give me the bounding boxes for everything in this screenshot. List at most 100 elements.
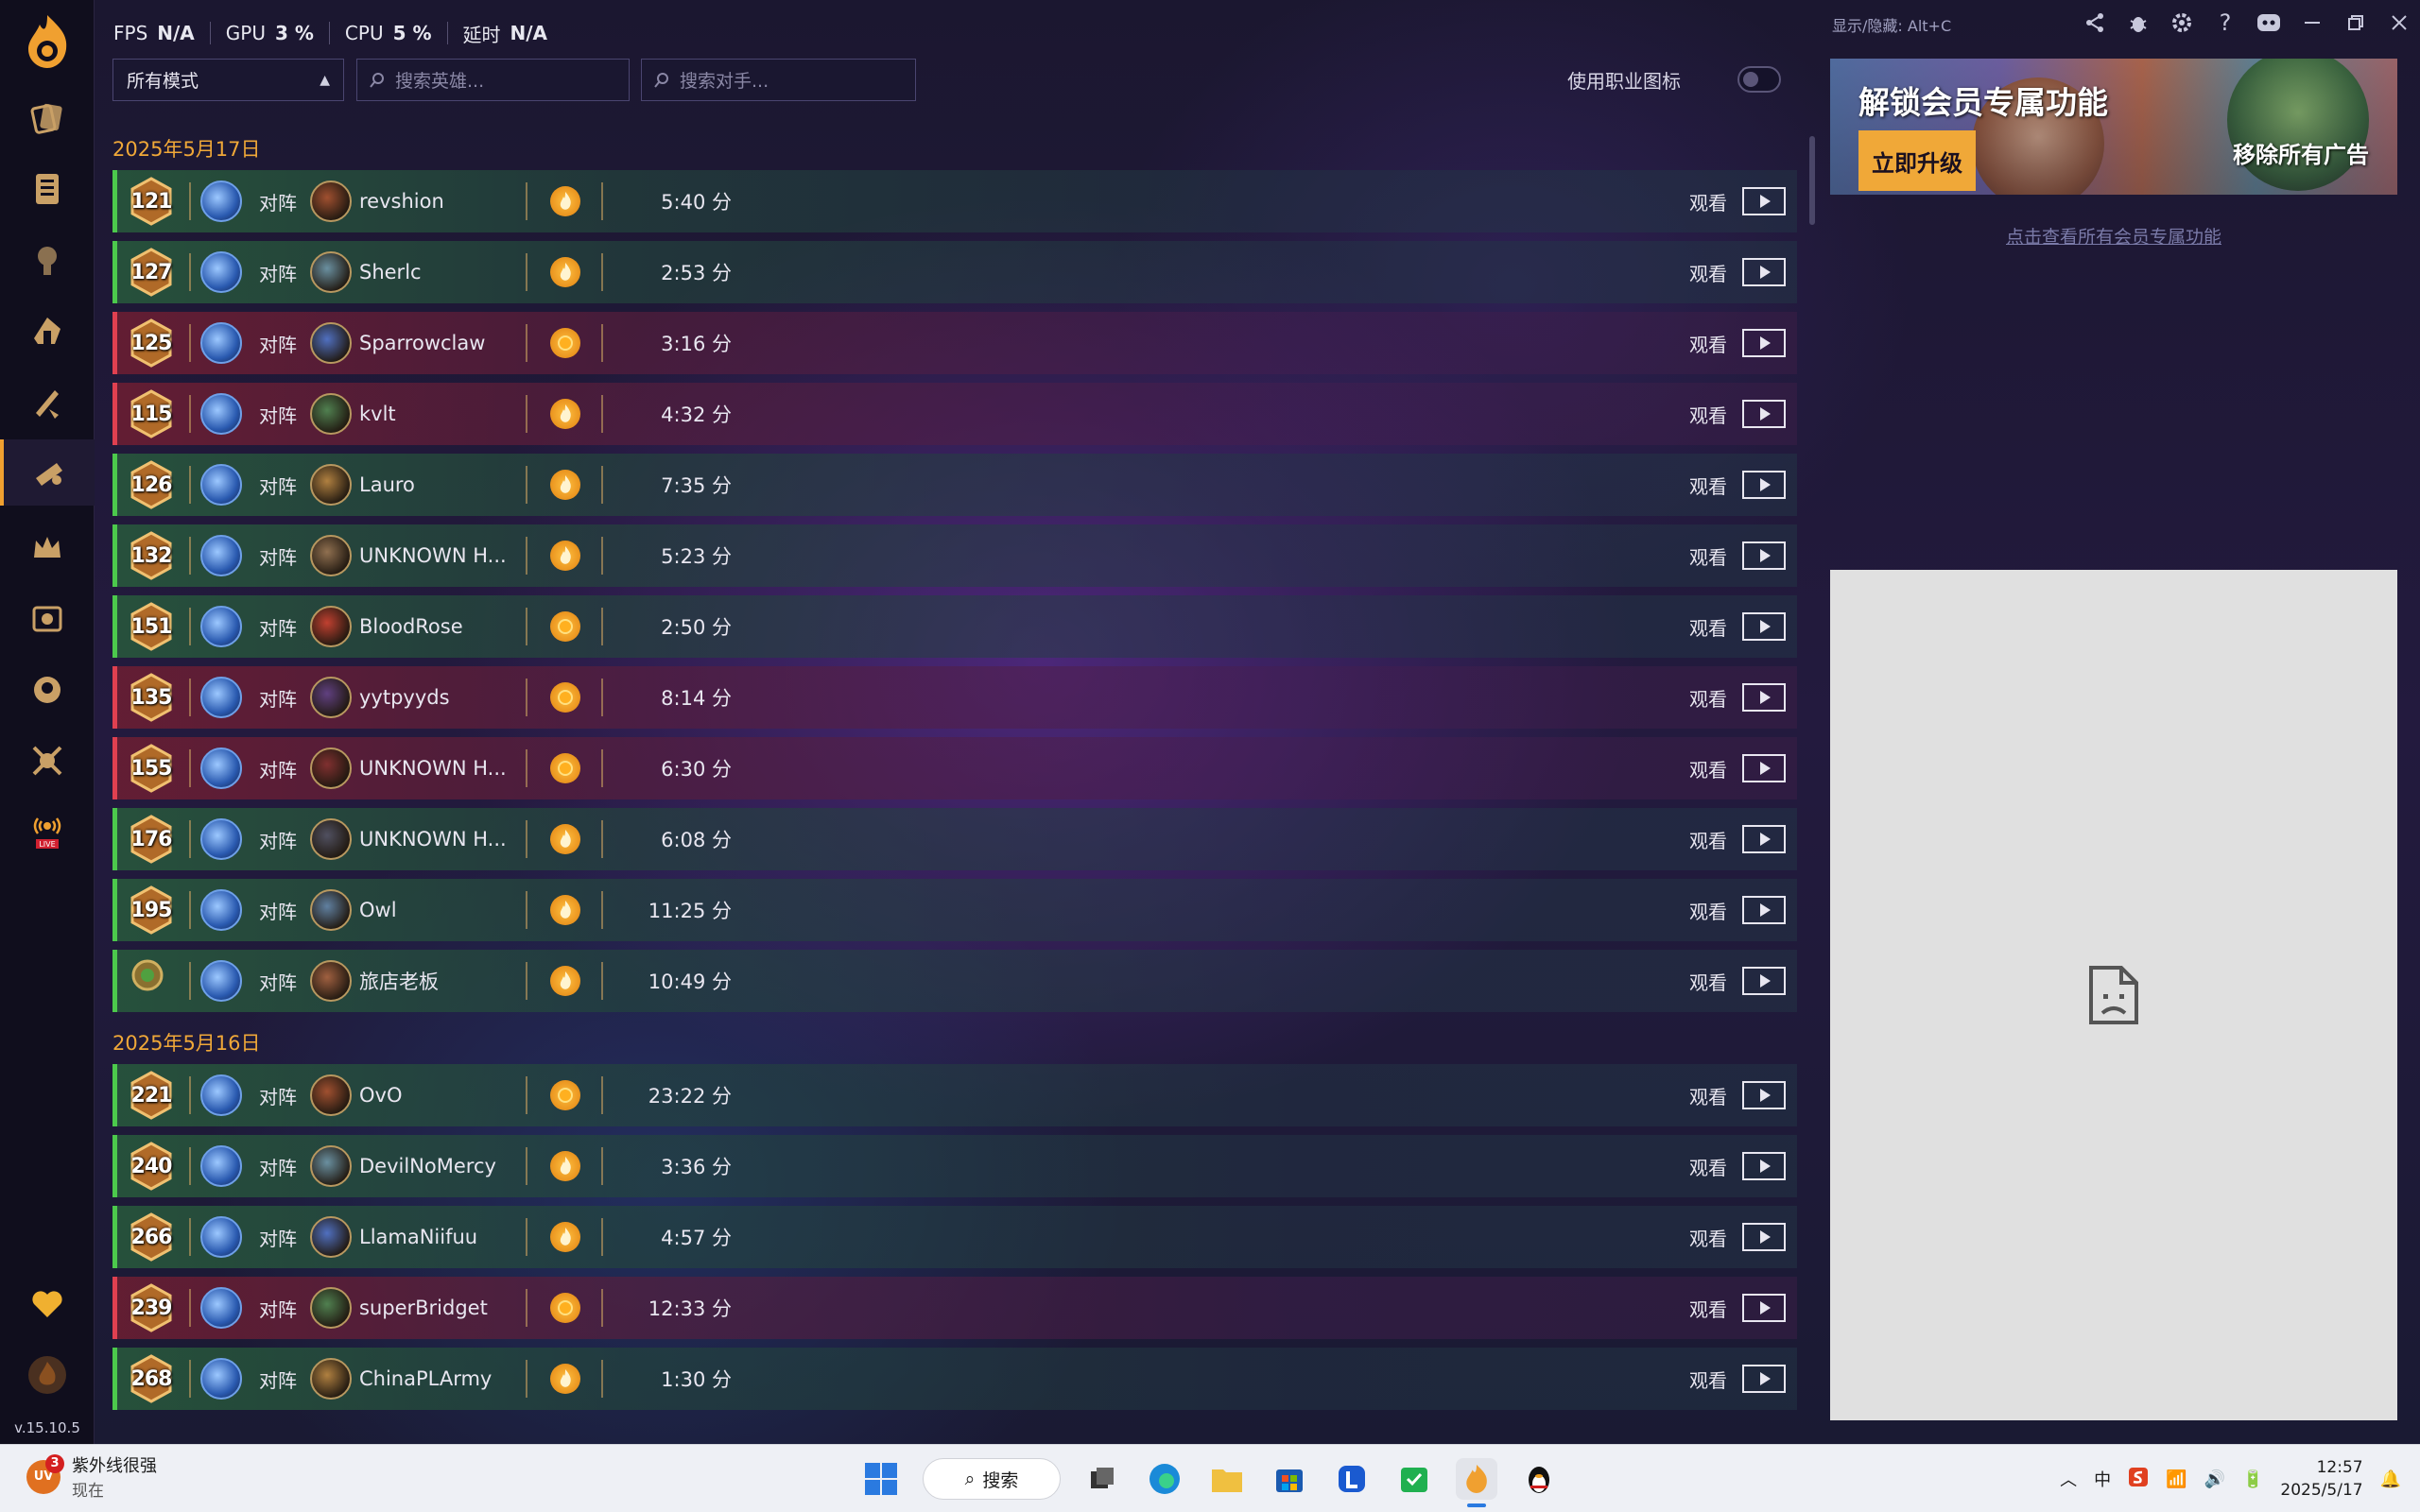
crown-icon[interactable] [0,515,95,581]
file-explorer-icon[interactable] [1206,1458,1248,1500]
start-windows-icon[interactable] [860,1458,902,1500]
restore-icon[interactable] [2341,8,2371,38]
battery-icon[interactable]: 🔋 [2242,1469,2263,1489]
vip-banner[interactable]: 解锁会员专属功能 立即升级 移除所有广告 [1830,59,2397,195]
match-row[interactable]: 135 对阵 yytpyyds 8:14 分 观看 [112,666,1797,729]
play-replay-icon[interactable] [1742,471,1786,499]
match-row[interactable]: 对阵 旅店老板 10:49 分 观看 [112,950,1797,1012]
watch-label[interactable]: 观看 [1689,684,1727,712]
watch-label[interactable]: 观看 [1689,542,1727,570]
battlegrounds-icon[interactable] [0,439,95,506]
taskbar-search-button[interactable]: ⌕ 搜索 [923,1458,1061,1500]
share-icon[interactable] [2080,8,2110,38]
green-app-icon[interactable] [1393,1458,1435,1500]
play-replay-icon[interactable] [1742,1152,1786,1180]
match-row[interactable]: 240 对阵 DevilNoMercy 3:36 分 观看 [112,1135,1797,1197]
play-replay-icon[interactable] [1742,541,1786,570]
hero-portrait-icon[interactable] [0,657,95,723]
match-row[interactable]: 125 对阵 Sparrowclaw 3:16 分 观看 [112,312,1797,374]
mercenaries-icon[interactable] [0,369,95,435]
play-replay-icon[interactable] [1742,1294,1786,1322]
watch-label[interactable]: 观看 [1689,1224,1727,1251]
deck-tracker-icon[interactable] [0,156,95,222]
play-replay-icon[interactable] [1742,825,1786,853]
arena-icon[interactable] [0,227,95,293]
play-replay-icon[interactable] [1742,1223,1786,1251]
minimize-icon[interactable] [2297,8,2327,38]
watch-label[interactable]: 观看 [1689,1295,1727,1322]
cards-icon[interactable] [0,85,95,151]
match-row[interactable]: 127 对阵 Sherlc 2:53 分 观看 [112,241,1797,303]
watch-label[interactable]: 观看 [1689,826,1727,853]
wifi-icon[interactable]: 📶 [2166,1469,2187,1489]
notification-bell-icon[interactable]: 🔔 [2380,1469,2401,1489]
watch-label[interactable]: 观看 [1689,968,1727,995]
match-row[interactable]: 221 对阵 OvO 23:22 分 观看 [112,1064,1797,1126]
task-view-icon[interactable] [1081,1458,1123,1500]
upgrade-button[interactable]: 立即升级 [1858,130,1976,191]
sogou-ime-icon[interactable] [2128,1467,2149,1492]
match-row[interactable]: 239 对阵 superBridget 12:33 分 观看 [112,1277,1797,1339]
bug-report-icon[interactable] [2123,8,2153,38]
vip-features-link[interactable]: 点击查看所有会员专属功能 [1830,223,2397,249]
chevron-up-icon[interactable]: ︿ [2060,1467,2077,1491]
match-row[interactable]: 155 对阵 UNKNOWN H... 6:30 分 观看 [112,737,1797,799]
play-replay-icon[interactable] [1742,400,1786,428]
play-replay-icon[interactable] [1742,612,1786,641]
match-row[interactable]: 126 对阵 Lauro 7:35 分 观看 [112,454,1797,516]
volume-icon[interactable]: 🔊 [2204,1469,2225,1489]
watch-label[interactable]: 观看 [1689,472,1727,499]
mode-dropdown[interactable]: 所有模式 ▲ [112,59,344,101]
play-replay-icon[interactable] [1742,754,1786,782]
microsoft-store-icon[interactable] [1269,1458,1310,1500]
app-logo-icon[interactable] [21,13,74,70]
match-row[interactable]: 121 对阵 revshion 5:40 分 观看 [112,170,1797,232]
live-stream-icon[interactable]: LIVE [0,799,95,865]
match-row[interactable]: 266 对阵 LlamaNiifuu 4:57 分 观看 [112,1206,1797,1268]
hero-search-input[interactable]: 搜索英雄... [356,59,630,101]
watch-label[interactable]: 观看 [1689,259,1727,286]
tavern-icon[interactable] [0,298,95,364]
watch-label[interactable]: 观看 [1689,330,1727,357]
watch-label[interactable]: 观看 [1689,1153,1727,1180]
collection-icon[interactable] [0,586,95,652]
discord-icon[interactable] [2254,8,2284,38]
help-icon[interactable]: ? [2210,8,2240,38]
play-replay-icon[interactable] [1742,967,1786,995]
watch-label[interactable]: 观看 [1689,188,1727,215]
firestone-app-icon[interactable] [1456,1458,1497,1507]
class-icon-toggle[interactable] [1737,66,1781,93]
match-row[interactable]: 151 对阵 BloodRose 2:50 分 观看 [112,595,1797,658]
play-replay-icon[interactable] [1742,1365,1786,1393]
play-replay-icon[interactable] [1742,187,1786,215]
watch-label[interactable]: 观看 [1689,1082,1727,1109]
match-row[interactable]: 132 对阵 UNKNOWN H... 5:23 分 观看 [112,524,1797,587]
duels-icon[interactable] [0,728,95,794]
match-row[interactable]: 115 对阵 kvlt 4:32 分 观看 [112,383,1797,445]
settings-gear-icon[interactable] [2167,8,2197,38]
opponent-search-input[interactable]: 搜索对手... [641,59,916,101]
play-replay-icon[interactable] [1742,1081,1786,1109]
watch-label[interactable]: 观看 [1689,897,1727,924]
weather-widget[interactable]: UV 3 紫外线很强 现在 [26,1452,157,1501]
lenovo-app-icon[interactable] [1331,1458,1373,1500]
play-replay-icon[interactable] [1742,896,1786,924]
taskbar-clock[interactable]: 12:57 2025/5/17 [2280,1456,2362,1502]
list-scrollbar[interactable] [1809,136,1815,225]
watch-label[interactable]: 观看 [1689,1366,1727,1393]
watch-label[interactable]: 观看 [1689,401,1727,428]
watch-label[interactable]: 观看 [1689,613,1727,641]
favorites-heart-icon[interactable] [0,1271,95,1337]
qq-penguin-icon[interactable] [1518,1458,1560,1500]
play-replay-icon[interactable] [1742,683,1786,712]
edge-browser-icon[interactable] [1144,1458,1185,1500]
play-replay-icon[interactable] [1742,258,1786,286]
close-icon[interactable] [2384,8,2414,38]
watch-label[interactable]: 观看 [1689,755,1727,782]
ime-indicator[interactable]: 中 [2094,1467,2111,1491]
play-replay-icon[interactable] [1742,329,1786,357]
profile-avatar[interactable] [0,1342,95,1408]
match-row[interactable]: 268 对阵 ChinaPLArmy 1:30 分 观看 [112,1348,1797,1410]
match-row[interactable]: 176 对阵 UNKNOWN H... 6:08 分 观看 [112,808,1797,870]
match-row[interactable]: 195 对阵 Owl 11:25 分 观看 [112,879,1797,941]
